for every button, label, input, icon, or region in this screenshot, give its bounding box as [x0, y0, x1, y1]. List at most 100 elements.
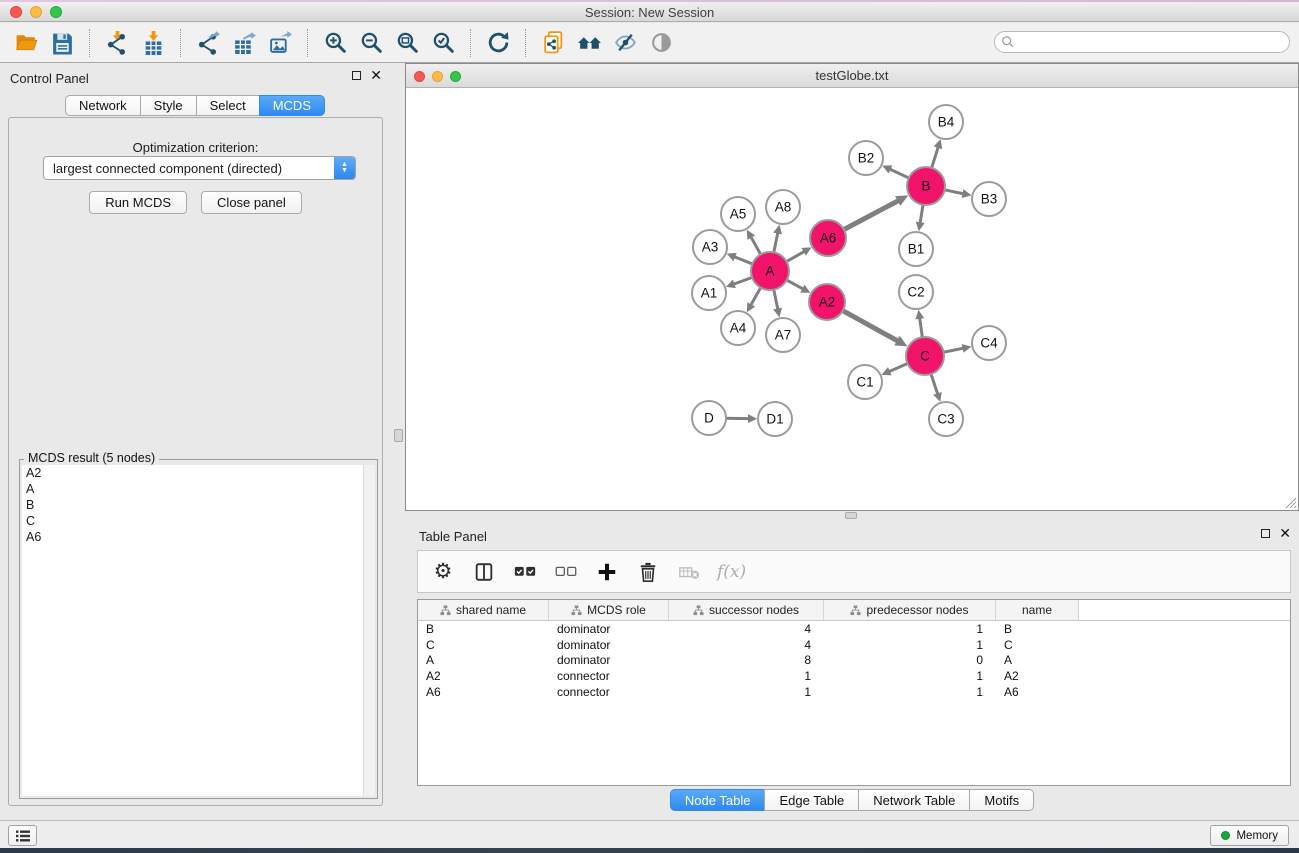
edge-A-A6[interactable] [785, 251, 805, 262]
graph-node-d1[interactable]: D1 [758, 402, 792, 436]
edge-A-A1[interactable] [733, 277, 754, 285]
table-row[interactable]: A6connector11A6 [418, 684, 1290, 700]
graph-node-c1[interactable]: C1 [848, 365, 882, 399]
show-graphics-details-icon[interactable] [643, 26, 679, 60]
cell-name[interactable]: A6 [996, 684, 1079, 700]
edge-A-A5[interactable] [750, 236, 761, 256]
edge-A-A2[interactable] [785, 279, 804, 289]
graph-node-a2[interactable]: A2 [809, 284, 845, 320]
cell-mcds-role[interactable]: dominator [549, 637, 669, 653]
edge-B-B1[interactable] [920, 203, 923, 224]
deselect-all-checkboxes-icon[interactable] [553, 557, 579, 587]
tab-edge-table[interactable]: Edge Table [764, 789, 859, 811]
cell-predecessor-nodes[interactable]: 1 [824, 668, 996, 684]
cell-successor-nodes[interactable]: 4 [669, 621, 824, 637]
result-item[interactable]: A [22, 481, 363, 497]
edge-C-C2[interactable] [920, 317, 923, 339]
graph-node-d[interactable]: D [692, 401, 726, 435]
edge-A-A7[interactable] [773, 288, 778, 310]
edge-B-B3[interactable] [943, 189, 964, 193]
export-network-icon[interactable] [190, 26, 226, 60]
cell-shared-name[interactable]: B [418, 621, 549, 637]
tab-mcds[interactable]: MCDS [259, 95, 325, 116]
criterion-select[interactable]: largest connected component (directed) ▲… [43, 156, 356, 180]
zoom-in-icon[interactable] [317, 26, 353, 60]
cell-shared-name[interactable]: A6 [418, 684, 549, 700]
cell-name[interactable]: C [996, 637, 1079, 653]
zoom-out-icon[interactable] [353, 26, 389, 60]
cell-predecessor-nodes[interactable]: 1 [824, 621, 996, 637]
table-row[interactable]: A2connector11A2 [418, 668, 1290, 684]
cell-successor-nodes[interactable]: 1 [669, 684, 824, 700]
column-header-shared-name[interactable]: shared name [418, 600, 549, 620]
edge-A-A3[interactable] [734, 256, 755, 264]
edge-A6-B[interactable] [842, 200, 899, 230]
edge-B-B2[interactable] [889, 169, 910, 179]
cell-mcds-role[interactable]: connector [549, 668, 669, 684]
cell-predecessor-nodes[interactable]: 0 [824, 653, 996, 669]
graph-node-c2[interactable]: C2 [899, 275, 933, 309]
export-image-icon[interactable] [262, 26, 298, 60]
edge-B-B4[interactable] [931, 146, 938, 169]
edge-A2-C[interactable] [841, 310, 898, 342]
tab-network-table[interactable]: Network Table [858, 789, 970, 811]
cell-mcds-role[interactable]: dominator [549, 621, 669, 637]
zoom-selected-icon[interactable] [425, 26, 461, 60]
cell-mcds-role[interactable]: connector [549, 684, 669, 700]
select-all-checkboxes-icon[interactable] [512, 557, 538, 587]
hide-graphics-details-icon[interactable] [607, 26, 643, 60]
import-network-icon[interactable] [99, 26, 135, 60]
graph-node-a4[interactable]: A4 [721, 311, 755, 345]
cell-predecessor-nodes[interactable]: 1 [824, 684, 996, 700]
home-icon[interactable] [571, 26, 607, 60]
import-table-icon[interactable] [135, 26, 171, 60]
graph-node-a1[interactable]: A1 [692, 276, 726, 310]
close-panel-button[interactable]: Close panel [201, 191, 302, 214]
graph-node-a3[interactable]: A3 [693, 230, 727, 264]
graph-node-c3[interactable]: C3 [929, 402, 963, 436]
cell-name[interactable]: A2 [996, 668, 1079, 684]
result-scrollbar[interactable] [363, 465, 375, 796]
refresh-view-icon[interactable] [480, 26, 516, 60]
cell-mcds-role[interactable]: dominator [549, 653, 669, 669]
cell-name[interactable]: B [996, 621, 1079, 637]
tab-motifs[interactable]: Motifs [969, 789, 1034, 811]
zoom-fit-icon[interactable] [389, 26, 425, 60]
tab-network[interactable]: Network [65, 95, 141, 116]
network-canvas[interactable]: AA1A3A4A5A7A8A6A2BB1B2B3B4CC1C2C3C4DD1 [406, 89, 1298, 510]
graph-node-a5[interactable]: A5 [721, 197, 755, 231]
float-panel-icon[interactable] [352, 71, 361, 80]
result-item[interactable]: C [22, 513, 363, 529]
result-item[interactable]: A2 [22, 465, 363, 481]
table-row[interactable]: Bdominator41B [418, 621, 1290, 637]
cell-successor-nodes[interactable]: 8 [669, 653, 824, 669]
open-session-icon[interactable] [8, 26, 44, 60]
tab-node-table[interactable]: Node Table [670, 789, 766, 811]
column-header-successor-nodes[interactable]: successor nodes [669, 600, 824, 620]
network-list-button[interactable] [8, 825, 37, 846]
graph-node-b[interactable]: B [907, 167, 945, 205]
close-table-panel-icon[interactable]: ✕ [1279, 528, 1291, 539]
add-row-icon[interactable] [594, 557, 620, 587]
edge-A-A8[interactable] [773, 232, 778, 254]
horizontal-split-handle[interactable] [845, 512, 857, 519]
graph-node-b1[interactable]: B1 [899, 232, 933, 266]
cell-predecessor-nodes[interactable]: 1 [824, 637, 996, 653]
table-row[interactable]: Cdominator41C [418, 637, 1290, 653]
save-session-icon[interactable] [44, 26, 80, 60]
cell-shared-name[interactable]: C [418, 637, 549, 653]
cell-shared-name[interactable]: A2 [418, 668, 549, 684]
cell-name[interactable]: A [996, 653, 1079, 669]
close-panel-icon[interactable]: ✕ [370, 70, 382, 81]
table-row[interactable]: Adominator80A [418, 653, 1290, 669]
graph-node-b2[interactable]: B2 [849, 141, 883, 175]
graph-node-a6[interactable]: A6 [810, 220, 846, 256]
graph-node-c4[interactable]: C4 [972, 326, 1006, 360]
vertical-split-handle[interactable] [394, 429, 403, 442]
run-mcds-button[interactable]: Run MCDS [89, 191, 187, 214]
cell-successor-nodes[interactable]: 1 [669, 668, 824, 684]
delete-rows-icon[interactable] [635, 557, 661, 587]
tab-style[interactable]: Style [140, 95, 197, 116]
resize-grip-icon[interactable] [1283, 495, 1297, 509]
cell-successor-nodes[interactable]: 4 [669, 637, 824, 653]
